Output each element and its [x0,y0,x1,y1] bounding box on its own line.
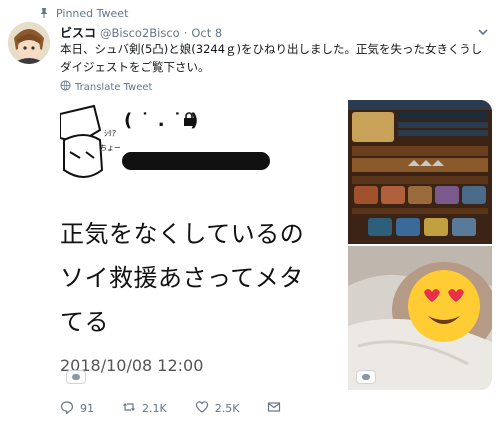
comic-character-image: ｼﾘｱ ちょーだい [60,100,120,186]
user-handle[interactable]: @Bisco2Bisco [100,26,180,40]
screenshot-line-2: ソイ救援あさってメタ [60,264,304,292]
tweet-actions: 91 2.1K 2.5K [60,400,340,417]
translate-tweet-link[interactable]: Translate Tweet [60,80,152,94]
media-screenshot-panel[interactable]: ｼﾘｱ ちょーだい ( ˙ . ˙ ) 正気をなくしているの ソイ救援あさってメ… [60,100,346,390]
media-badge-icon [66,370,86,384]
reply-icon [60,400,74,417]
media-grid[interactable]: ｼﾘｱ ちょーだい ( ˙ . ˙ ) 正気をなくしているの ソイ救援あさってメ… [60,100,492,390]
media-badge-icon [356,370,376,384]
screenshot-line-3: てる [60,308,109,336]
svg-text:ｼﾘｱ: ｼﾘｱ [104,129,116,138]
separator: · [183,26,188,40]
direct-message-button[interactable] [267,400,281,417]
redacted-name-bar [122,152,270,170]
pinned-indicator: Pinned Tweet [38,6,128,20]
retweet-count: 2.1K [142,402,167,415]
reply-count: 91 [80,402,94,415]
like-count: 2.5K [214,402,240,415]
pinned-label: Pinned Tweet [56,6,129,20]
display-name[interactable]: ビスコ [60,24,96,41]
tweet-text: 本日、シュバ剣(5凸)と娘(3244ｇ)をひねり出しました。正気を失った女きくう… [60,42,483,74]
envelope-icon [267,400,281,417]
heart-icon [195,400,209,417]
pin-icon [38,7,50,19]
baby-photo-image [348,246,492,390]
globe-icon [60,80,71,94]
avatar[interactable] [8,22,50,64]
screenshot-line-1: 正気をなくしているの [60,220,305,248]
tweet-header: ビスコ @Bisco2Bisco · Oct 8 [60,24,222,41]
retweet-button[interactable]: 2.1K [122,400,167,417]
chevron-down-icon[interactable] [476,24,490,38]
translate-label: Translate Tweet [75,81,153,93]
tweet-date[interactable]: Oct 8 [191,26,222,40]
game-screen-image [348,100,492,244]
svg-text:ちょーだい: ちょーだい [100,144,120,152]
reply-button[interactable]: 91 [60,400,94,417]
media-baby-photo-panel[interactable] [348,246,492,390]
like-button[interactable]: 2.5K [195,400,240,417]
lock-icon [182,112,196,130]
retweet-icon [122,400,136,417]
media-game-panel[interactable] [348,100,492,244]
